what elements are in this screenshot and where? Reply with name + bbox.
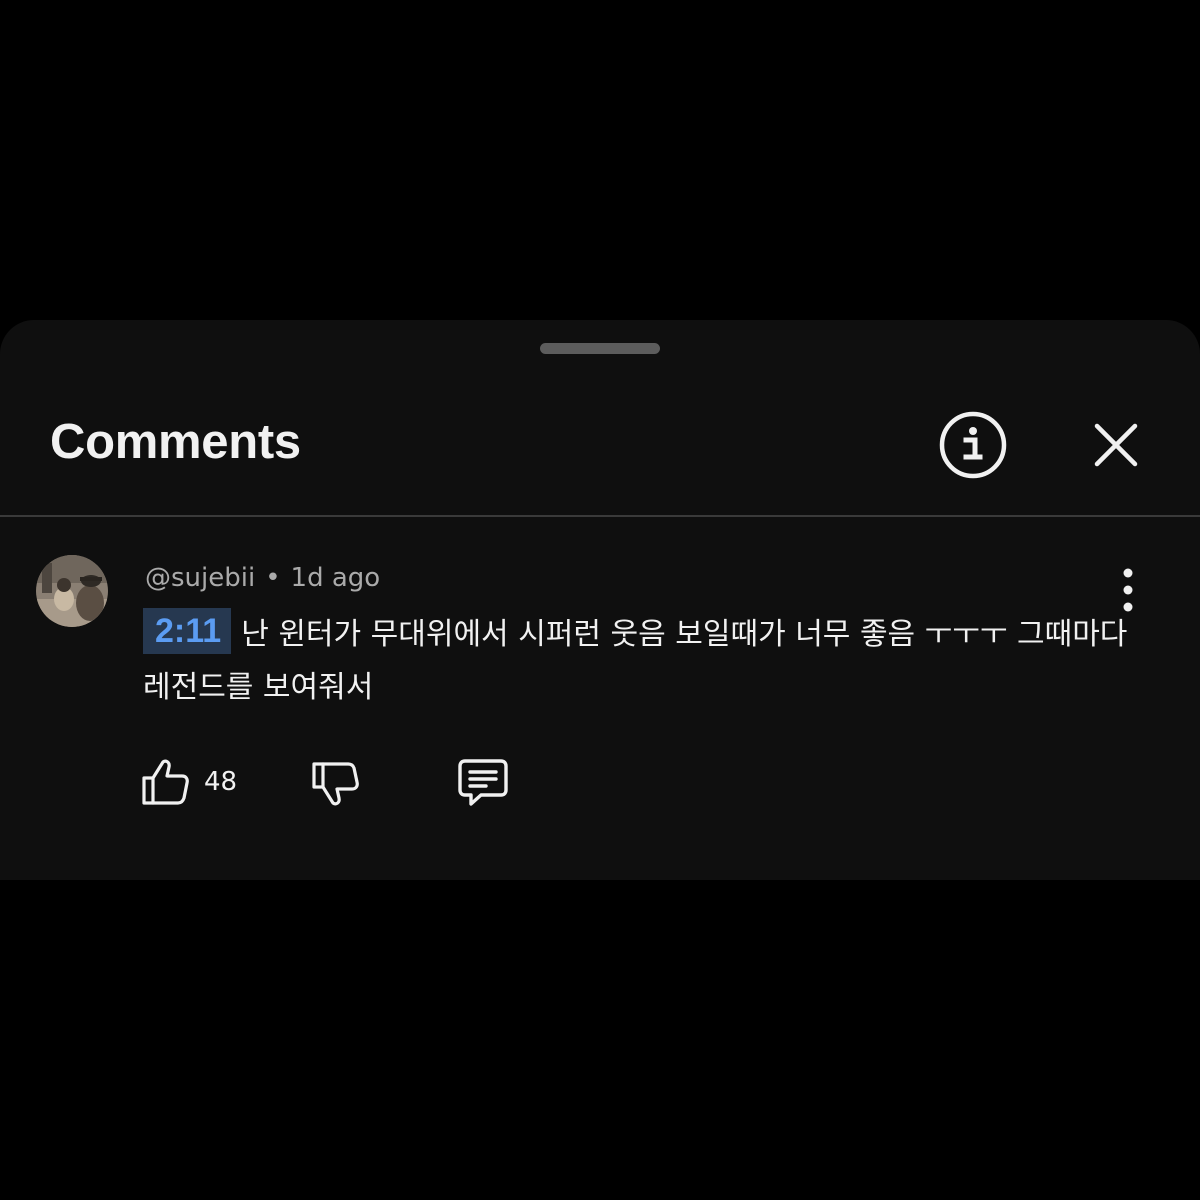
timestamp-link[interactable]: 2:11 bbox=[143, 608, 232, 654]
dislike-button[interactable] bbox=[310, 752, 362, 812]
avatar-photo bbox=[36, 555, 108, 627]
reply-button[interactable] bbox=[456, 752, 510, 812]
comment-text: 난 윈터가 무대위에서 시퍼런 웃음 보일때가 너무 좋음 ㅜㅜㅜ 그때마다 레… bbox=[143, 617, 1128, 705]
close-icon bbox=[1094, 423, 1138, 467]
info-button[interactable] bbox=[938, 410, 1008, 480]
like-count: 48 bbox=[204, 767, 238, 797]
comment-text-block: 2:11 난 윈터가 무대위에서 시퍼런 웃음 보일때가 너무 좋음 ㅜㅜㅜ 그때… bbox=[143, 608, 1133, 714]
sheet-title: Comments bbox=[50, 415, 301, 469]
drag-handle[interactable] bbox=[540, 343, 660, 354]
comment-meta: @sujebii • 1d ago bbox=[145, 560, 380, 596]
meta-separator: • bbox=[265, 563, 281, 593]
avatar[interactable] bbox=[36, 555, 108, 627]
comment-time: 1d ago bbox=[290, 563, 381, 593]
close-button[interactable] bbox=[1088, 417, 1144, 473]
comments-bottom-sheet: Comments @sujebii • 1d ago 2:11 난 윈터가 무대… bbox=[0, 320, 1200, 880]
thumb-down-icon bbox=[312, 762, 359, 806]
screen: Comments @sujebii • 1d ago 2:11 난 윈터가 무대… bbox=[0, 0, 1200, 1200]
like-button[interactable]: 48 bbox=[140, 752, 237, 812]
comment-author[interactable]: @sujebii bbox=[145, 563, 255, 593]
reply-comment-icon bbox=[458, 759, 508, 806]
thumb-up-icon bbox=[142, 759, 189, 805]
info-icon bbox=[939, 411, 1007, 479]
header-divider bbox=[0, 515, 1200, 517]
